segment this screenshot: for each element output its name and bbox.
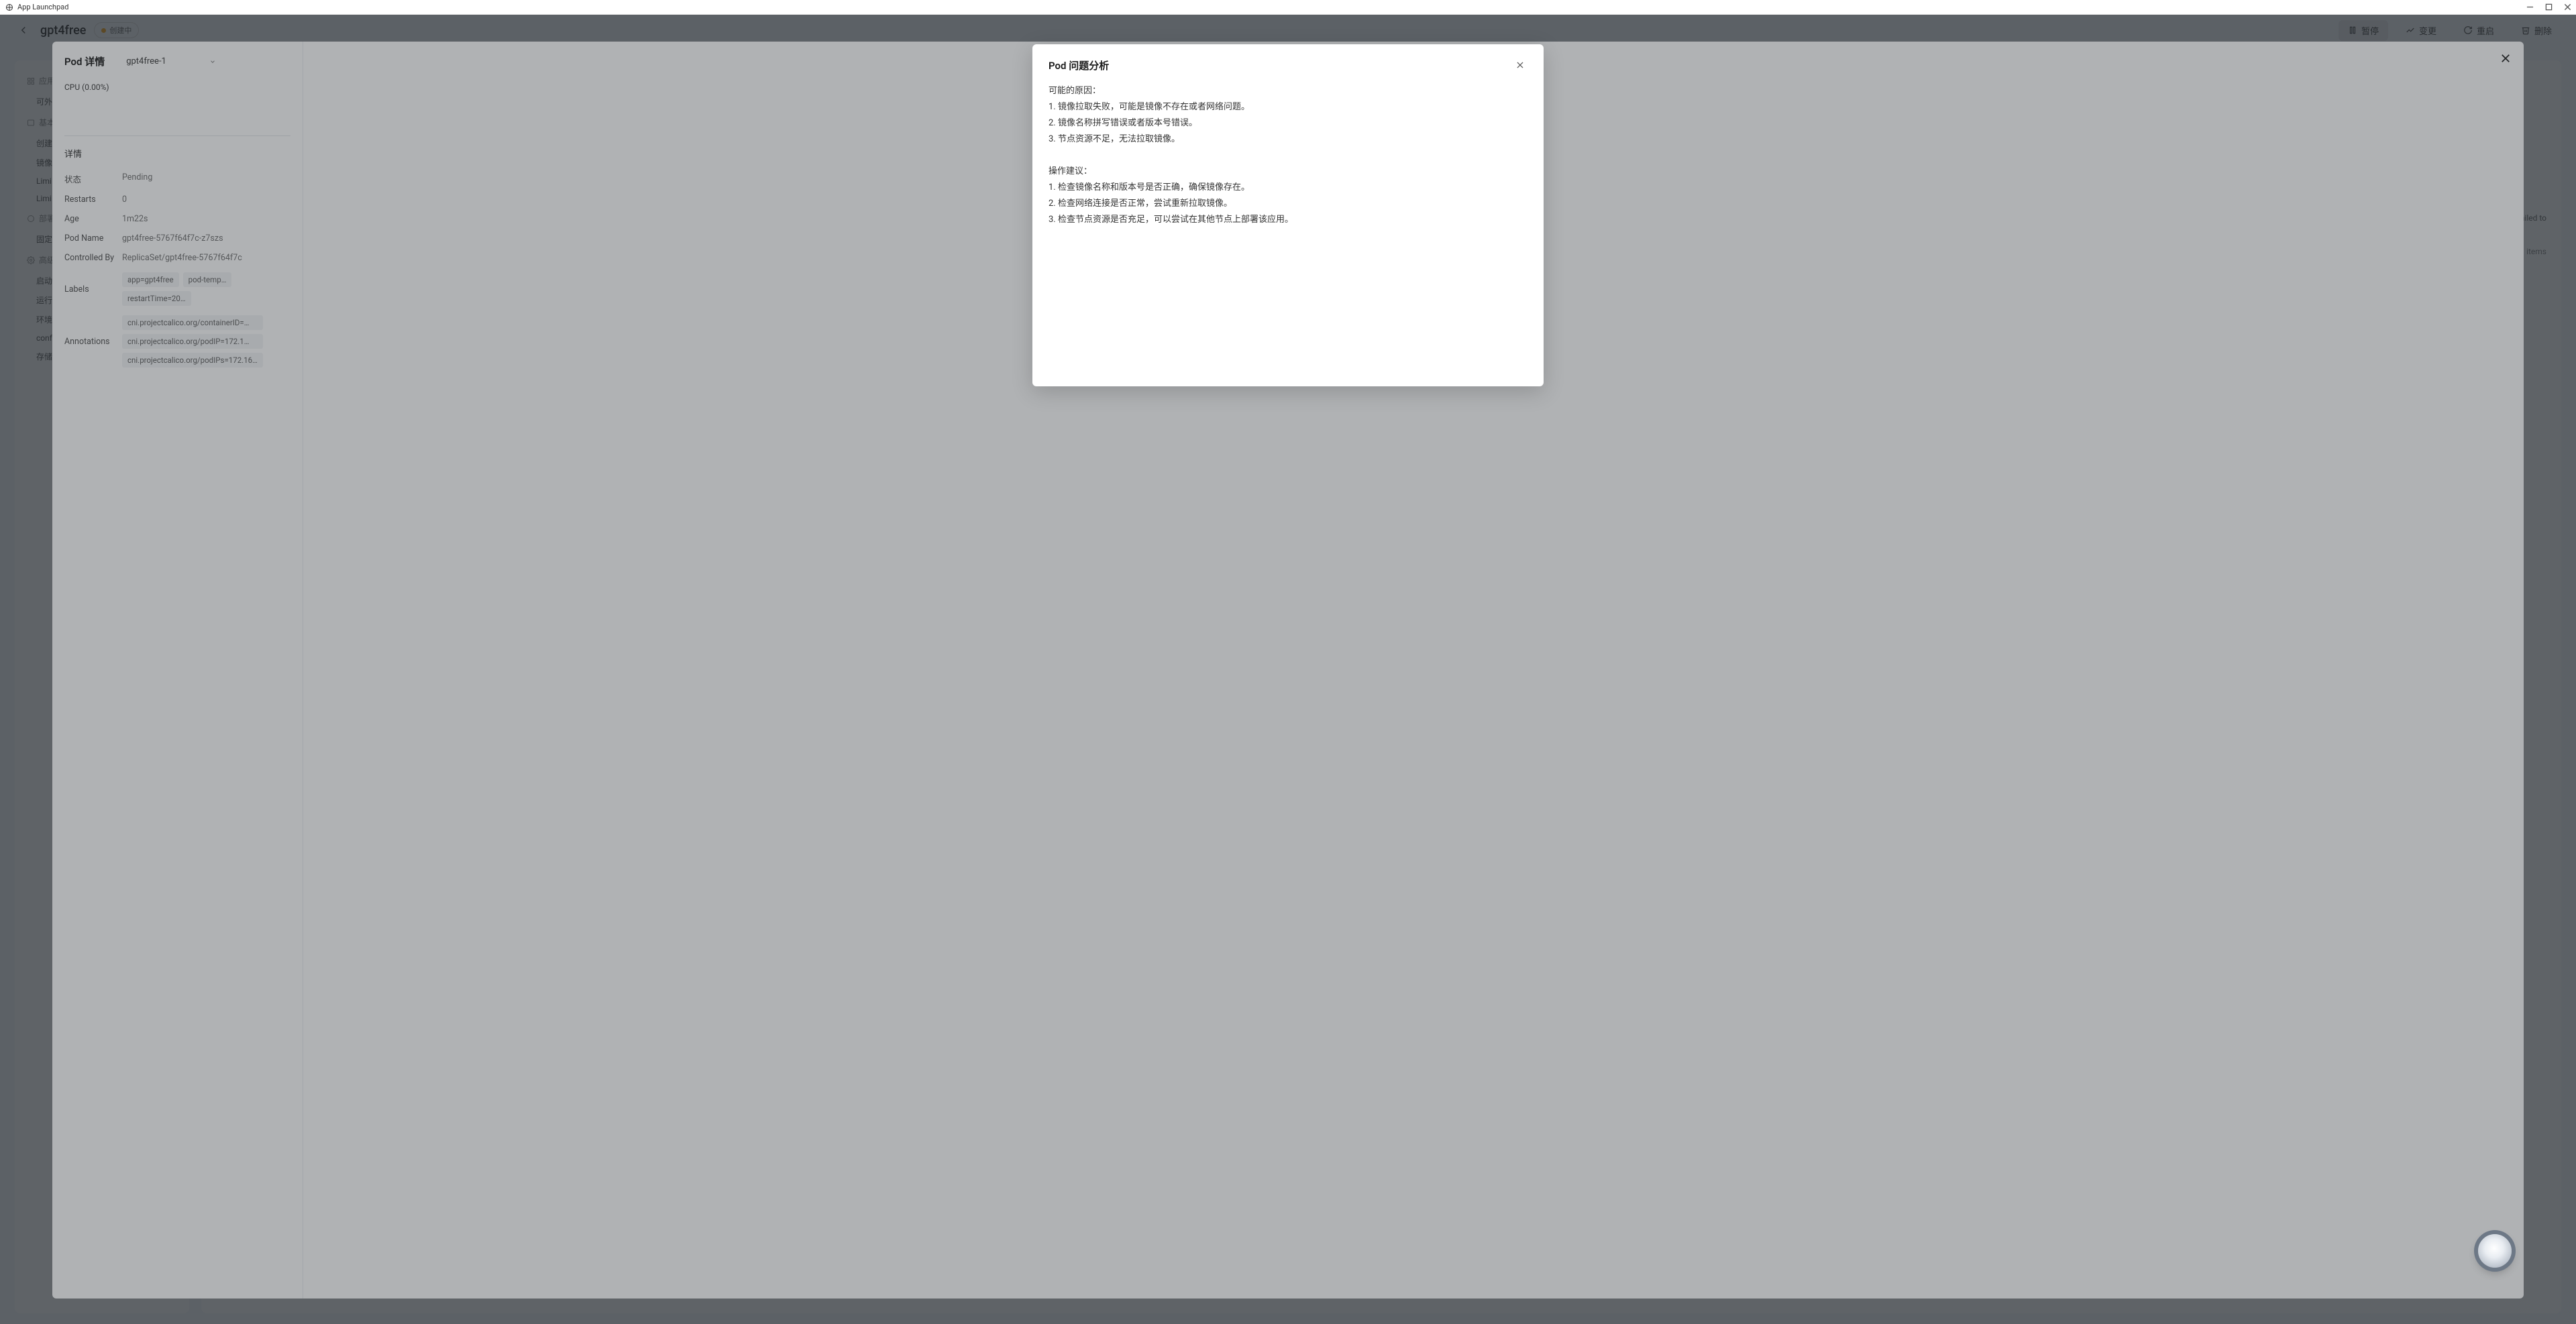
- window-titlebar: App Launchpad: [0, 0, 2576, 15]
- window-minimize-icon[interactable]: [2525, 3, 2534, 12]
- window-maximize-icon[interactable]: [2544, 3, 2553, 12]
- app-icon: [5, 3, 13, 11]
- window-close-icon[interactable]: [2563, 3, 2572, 12]
- analysis-modal-title: Pod 问题分析: [1049, 58, 1109, 72]
- analysis-modal: Pod 问题分析 可能的原因： 1. 镜像拉取失败，可能是镜像不存在或者网络问题…: [1032, 44, 1544, 386]
- titlebar-app-name: App Launchpad: [17, 3, 68, 11]
- assistant-fab-button[interactable]: [2478, 1234, 2512, 1268]
- analysis-modal-body: 可能的原因： 1. 镜像拉取失败，可能是镜像不存在或者网络问题。 2. 镜像名称…: [1049, 83, 1527, 228]
- analysis-modal-close-button[interactable]: [1513, 58, 1527, 72]
